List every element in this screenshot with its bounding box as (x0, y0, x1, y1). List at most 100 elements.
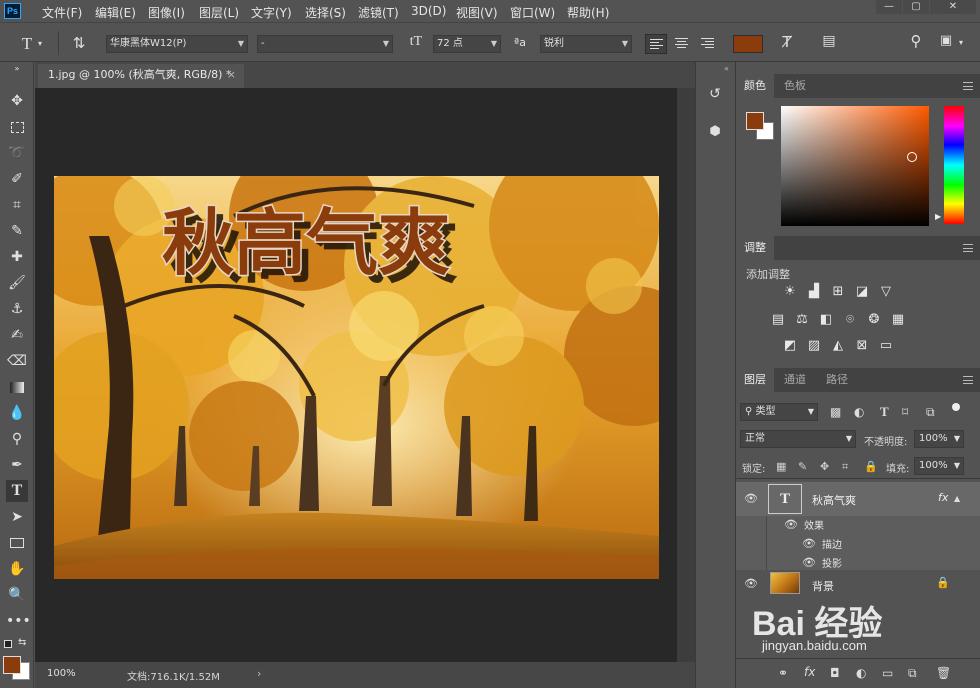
collapse-tools-icon[interactable]: » (6, 64, 28, 74)
warp-text-icon[interactable]: Ⱦ (776, 33, 798, 51)
tab-swatches[interactable]: 色板 (776, 74, 814, 98)
chevron-down-icon[interactable]: ▾ (959, 38, 963, 47)
search-icon[interactable]: ⚲ (905, 32, 927, 50)
pen-tool-icon[interactable]: ✒ (6, 454, 28, 476)
rectangle-tool-icon[interactable] (6, 532, 28, 554)
filter-adjustment-icon[interactable]: ◐ (854, 405, 864, 419)
invert-icon[interactable]: ◩ (782, 338, 798, 354)
zoom-tool-icon[interactable]: 🔍 (6, 584, 28, 606)
tab-channels[interactable]: 通道 (776, 368, 814, 392)
type-tool-icon[interactable]: T (6, 480, 28, 502)
menu-select[interactable]: 选择(S) (305, 4, 346, 21)
dodge-tool-icon[interactable]: ⚲ (6, 428, 28, 450)
layer-effects-badge[interactable]: fx (938, 491, 948, 504)
channel-mixer-icon[interactable]: ❂ (866, 312, 882, 328)
effect-stroke[interactable]: 描边 (822, 536, 842, 551)
move-tool-icon[interactable]: ✥ (6, 90, 28, 112)
photo-filter-icon[interactable]: ⌾ (842, 312, 858, 328)
effect-drop-shadow[interactable]: 投影 (822, 555, 842, 570)
more-tools-icon[interactable]: ••• (6, 610, 31, 632)
color-picker-ring[interactable] (907, 152, 917, 162)
link-layers-icon[interactable]: ⚭ (778, 666, 788, 680)
gradient-tool-icon[interactable] (6, 376, 28, 398)
tab-paths[interactable]: 路径 (818, 368, 856, 392)
hand-tool-icon[interactable]: ✋ (6, 558, 28, 580)
canvas-image[interactable]: 秋高气爽 秋高气爽 (54, 176, 659, 579)
panel-menu-icon[interactable] (963, 376, 973, 384)
brightness-icon[interactable]: ☀ (782, 284, 798, 300)
visibility-eye-icon[interactable]: 👁 (802, 538, 816, 549)
crop-tool-icon[interactable]: ⌗ (6, 194, 28, 216)
filter-shape-icon[interactable]: ⌑ (902, 405, 908, 419)
font-family-select[interactable]: 华康黑体W12(P) ▼ (106, 35, 248, 53)
hue-slider[interactable] (944, 106, 964, 224)
quick-selection-tool-icon[interactable]: ✐ (6, 168, 28, 190)
type-tool-preset-icon[interactable]: T (16, 34, 38, 54)
fill-field[interactable]: 100% ▼ (914, 457, 964, 475)
swap-colors-icon[interactable]: ⇆ (18, 637, 26, 648)
visibility-eye-icon[interactable]: 👁 (784, 519, 798, 530)
menu-view[interactable]: 视图(V) (456, 4, 498, 21)
menu-filter[interactable]: 滤镜(T) (358, 4, 399, 21)
lock-all-icon[interactable]: 🔒 (864, 460, 878, 473)
delete-layer-icon[interactable]: 🗑 (936, 666, 951, 680)
chevron-up-icon[interactable]: ▲ (954, 494, 960, 503)
foreground-color-swatch[interactable] (3, 656, 21, 674)
hue-slider-handle-icon[interactable]: ▶ (935, 212, 941, 221)
blur-tool-icon[interactable]: 💧 (6, 402, 28, 424)
layer-filter-select[interactable]: ⚲ 类型 ▼ (740, 403, 818, 421)
toggle-orientation-icon[interactable]: ⇅ (68, 34, 90, 52)
tab-adjustments[interactable]: 调整 (736, 236, 774, 260)
black-white-icon[interactable]: ◧ (818, 312, 834, 328)
new-layer-icon[interactable]: ⧉ (908, 666, 917, 681)
add-mask-icon[interactable]: ◘ (830, 666, 840, 680)
default-colors-icon[interactable] (4, 640, 12, 648)
antialias-select[interactable]: 锐利 ▼ (540, 35, 632, 53)
panel-menu-icon[interactable] (963, 244, 973, 252)
curves-icon[interactable]: ⊞ (830, 284, 846, 300)
canvas-text-layer[interactable]: 秋高气爽 (161, 200, 452, 287)
exposure-icon[interactable]: ◪ (854, 284, 870, 300)
brush-tool-icon[interactable]: 🖌 (6, 272, 28, 294)
lock-transparent-icon[interactable]: ▦ (776, 460, 786, 473)
history-brush-tool-icon[interactable]: ✍ (6, 324, 28, 346)
filter-pixel-icon[interactable]: ▩ (830, 405, 841, 419)
posterize-icon[interactable]: ▨ (806, 338, 822, 354)
clone-stamp-tool-icon[interactable]: ⚓ (6, 298, 28, 320)
visibility-eye-icon[interactable]: 👁 (802, 557, 816, 568)
lasso-tool-icon[interactable]: ➰ (6, 142, 28, 164)
menu-file[interactable]: 文件(F) (42, 4, 82, 21)
menu-window[interactable]: 窗口(W) (510, 4, 555, 21)
new-group-icon[interactable]: ▭ (882, 666, 893, 680)
document-tab[interactable]: 1.jpg @ 100% (秋高气爽, RGB/8) * × (38, 64, 244, 88)
chevron-right-icon[interactable]: › (257, 667, 261, 680)
align-right-button[interactable] (697, 34, 719, 54)
hue-saturation-icon[interactable]: ▤ (770, 312, 786, 328)
tab-color[interactable]: 颜色 (736, 74, 774, 98)
opacity-field[interactable]: 100% ▼ (914, 430, 964, 448)
chevron-down-icon[interactable]: ▾ (38, 39, 42, 48)
filter-type-icon[interactable]: T (880, 404, 889, 420)
close-tab-icon[interactable]: × (227, 64, 236, 86)
zoom-level[interactable]: 100% (47, 668, 76, 679)
blend-mode-select[interactable]: 正常 ▼ (740, 430, 856, 448)
menu-help[interactable]: 帮助(H) (567, 4, 609, 21)
menu-3d[interactable]: 3D(D) (411, 4, 446, 18)
threshold-icon[interactable]: ◭ (830, 338, 846, 354)
color-foreground-swatch[interactable] (746, 112, 764, 130)
filter-toggle-icon[interactable] (952, 403, 960, 411)
lock-pixels-icon[interactable]: ✎ (798, 460, 807, 473)
layer-name[interactable]: 秋高气爽 (812, 492, 856, 508)
filter-smart-object-icon[interactable]: ⧉ (926, 405, 935, 420)
visibility-eye-icon[interactable]: 👁 (744, 493, 758, 504)
menu-image[interactable]: 图像(I) (148, 4, 185, 21)
vertical-scrollbar[interactable] (677, 88, 695, 662)
levels-icon[interactable]: ▟ (806, 284, 822, 300)
menu-layer[interactable]: 图层(L) (199, 4, 239, 21)
color-field[interactable] (781, 106, 929, 226)
expand-panels-icon[interactable]: « (724, 64, 729, 73)
minimize-button[interactable]: — (876, 0, 902, 14)
lock-artboard-icon[interactable]: ⌗ (842, 460, 848, 474)
tab-layers[interactable]: 图层 (736, 368, 774, 392)
align-center-button[interactable] (671, 34, 693, 54)
